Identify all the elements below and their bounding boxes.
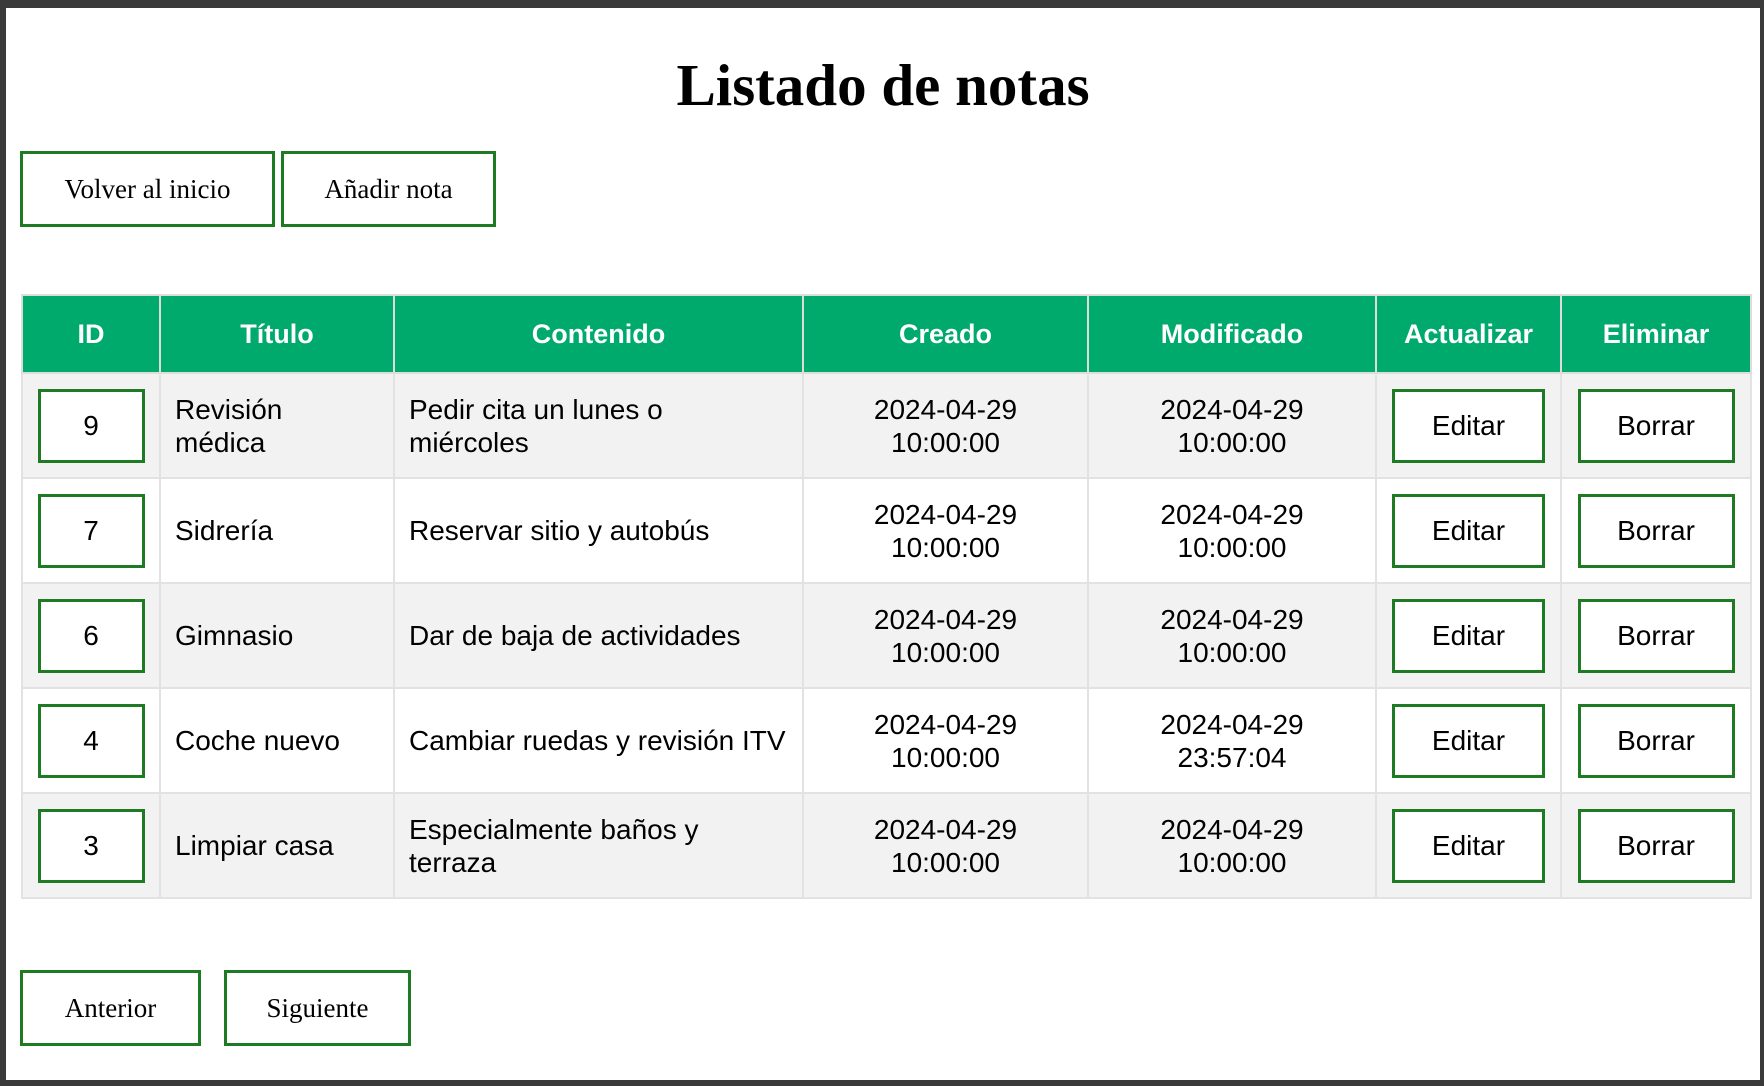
edit-button[interactable]: Editar <box>1392 388 1545 463</box>
note-content: Pedir cita un lunes o miércoles <box>393 372 804 479</box>
note-content: Cambiar ruedas y revisión ITV <box>393 687 804 794</box>
delete-cell: Borrar <box>1560 477 1752 584</box>
delete-button[interactable]: Borrar <box>1577 703 1735 778</box>
modified-time: 10:00:00 <box>1177 426 1287 458</box>
table-header-row: ID Título Contenido Creado Modificado Ac… <box>21 294 1752 374</box>
update-cell: Editar <box>1375 372 1562 479</box>
created-time: 10:00:00 <box>891 636 1000 668</box>
table-row: 3 Limpiar casa Especialmente baños y ter… <box>21 792 1752 899</box>
modified-date: 2024-04-29 <box>1160 708 1304 740</box>
modified-time: 23:57:04 <box>1177 741 1287 773</box>
column-header-delete: Eliminar <box>1560 294 1752 374</box>
edit-button[interactable]: Editar <box>1392 808 1545 883</box>
update-cell: Editar <box>1375 582 1562 689</box>
note-content: Dar de baja de actividades <box>393 582 804 689</box>
column-header-created: Creado <box>802 294 1089 374</box>
table-row: 6 Gimnasio Dar de baja de actividades 20… <box>21 582 1752 689</box>
table-row: 4 Coche nuevo Cambiar ruedas y revisión … <box>21 687 1752 794</box>
table-row: 9 Revisión médica Pedir cita un lunes o … <box>21 372 1752 479</box>
created-date: 2024-04-29 <box>873 498 1018 530</box>
modified-date: 2024-04-29 <box>1160 393 1304 425</box>
delete-cell: Borrar <box>1560 372 1752 479</box>
modified-date: 2024-04-29 <box>1160 603 1304 635</box>
table-row: 7 Sidrería Reservar sitio y autobús 2024… <box>21 477 1752 584</box>
note-content: Especialmente baños y terraza <box>393 792 804 899</box>
created-cell: 2024-04-29 10:00:00 <box>802 582 1089 689</box>
modified-cell: 2024-04-29 10:00:00 <box>1087 582 1377 689</box>
modified-time: 10:00:00 <box>1177 846 1287 878</box>
created-cell: 2024-04-29 10:00:00 <box>802 372 1089 479</box>
column-header-title: Título <box>159 294 395 374</box>
note-id: 9 <box>37 388 145 463</box>
modified-cell: 2024-04-29 10:00:00 <box>1087 477 1377 584</box>
created-date: 2024-04-29 <box>873 708 1018 740</box>
page-title: Listado de notas <box>676 52 1090 118</box>
update-cell: Editar <box>1375 792 1562 899</box>
delete-button[interactable]: Borrar <box>1577 808 1735 883</box>
created-cell: 2024-04-29 10:00:00 <box>802 792 1089 899</box>
delete-button[interactable]: Borrar <box>1577 388 1735 463</box>
created-time: 10:00:00 <box>891 426 1000 458</box>
note-id: 4 <box>37 703 145 778</box>
id-cell: 3 <box>21 792 161 899</box>
modified-time: 10:00:00 <box>1177 531 1287 563</box>
note-content: Reservar sitio y autobús <box>393 477 804 584</box>
created-time: 10:00:00 <box>891 741 1000 773</box>
next-page-button[interactable]: Siguiente <box>224 970 411 1046</box>
created-date: 2024-04-29 <box>873 393 1018 425</box>
id-cell: 4 <box>21 687 161 794</box>
note-title: Coche nuevo <box>159 687 395 794</box>
page: Listado de notas Volver al inicio Añadir… <box>6 8 1760 1080</box>
edit-button[interactable]: Editar <box>1392 598 1545 673</box>
edit-button[interactable]: Editar <box>1392 493 1545 568</box>
modified-cell: 2024-04-29 10:00:00 <box>1087 372 1377 479</box>
edit-button[interactable]: Editar <box>1392 703 1545 778</box>
created-date: 2024-04-29 <box>873 603 1018 635</box>
delete-cell: Borrar <box>1560 792 1752 899</box>
column-header-id: ID <box>21 294 161 374</box>
modified-date: 2024-04-29 <box>1160 498 1304 530</box>
modified-cell: 2024-04-29 23:57:04 <box>1087 687 1377 794</box>
id-cell: 7 <box>21 477 161 584</box>
created-time: 10:00:00 <box>891 846 1000 878</box>
note-id: 6 <box>37 598 145 673</box>
note-title: Gimnasio <box>159 582 395 689</box>
modified-cell: 2024-04-29 10:00:00 <box>1087 792 1377 899</box>
created-time: 10:00:00 <box>891 531 1000 563</box>
note-id: 3 <box>37 808 145 883</box>
modified-date: 2024-04-29 <box>1160 813 1304 845</box>
created-date: 2024-04-29 <box>873 813 1018 845</box>
id-cell: 9 <box>21 372 161 479</box>
delete-cell: Borrar <box>1560 582 1752 689</box>
column-header-modified: Modificado <box>1087 294 1377 374</box>
note-title: Sidrería <box>159 477 395 584</box>
add-note-button[interactable]: Añadir nota <box>281 151 496 227</box>
update-cell: Editar <box>1375 687 1562 794</box>
note-title: Revisión médica <box>159 372 395 479</box>
delete-cell: Borrar <box>1560 687 1752 794</box>
created-cell: 2024-04-29 10:00:00 <box>802 477 1089 584</box>
delete-button[interactable]: Borrar <box>1577 493 1735 568</box>
home-button[interactable]: Volver al inicio <box>20 151 275 227</box>
modified-time: 10:00:00 <box>1177 636 1287 668</box>
notes-table: ID Título Contenido Creado Modificado Ac… <box>21 294 1752 899</box>
previous-page-button[interactable]: Anterior <box>20 970 201 1046</box>
note-title: Limpiar casa <box>159 792 395 899</box>
update-cell: Editar <box>1375 477 1562 584</box>
delete-button[interactable]: Borrar <box>1577 598 1735 673</box>
column-header-content: Contenido <box>393 294 804 374</box>
note-id: 7 <box>37 493 145 568</box>
column-header-update: Actualizar <box>1375 294 1562 374</box>
created-cell: 2024-04-29 10:00:00 <box>802 687 1089 794</box>
id-cell: 6 <box>21 582 161 689</box>
